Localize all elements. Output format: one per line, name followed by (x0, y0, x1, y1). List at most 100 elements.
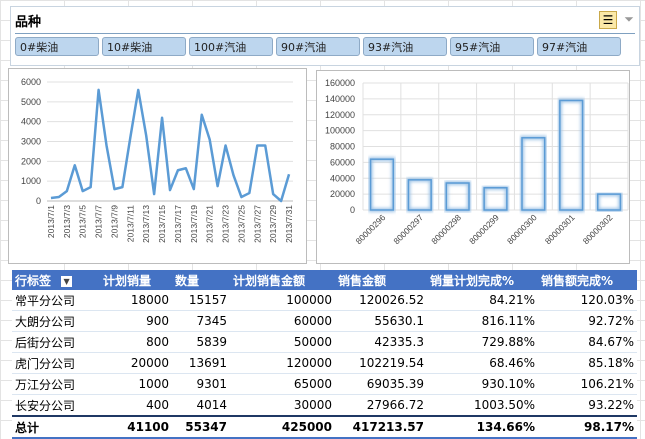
table-cell[interactable]: 虎门分公司 (12, 352, 100, 374)
x-tick-label: 80000302 (581, 212, 615, 246)
table-cell[interactable]: 417213.57 (335, 415, 427, 439)
table-cell[interactable]: 900 (100, 310, 172, 332)
table-cell[interactable]: 68.46% (427, 352, 538, 374)
table-cell[interactable]: 85.18% (538, 352, 637, 374)
bar-glow (444, 181, 472, 212)
table-cell[interactable]: 大朗分公司 (12, 310, 100, 332)
table-cell[interactable]: 常平分公司 (12, 290, 100, 311)
x-tick-label: 2013/7/29 (268, 205, 278, 243)
slicer-item[interactable]: 0#柴油 (15, 37, 99, 56)
slicer-item[interactable]: 93#汽油 (363, 37, 447, 56)
multi-select-icon[interactable]: ☰ (599, 11, 617, 29)
table-cell[interactable]: 98.17% (538, 415, 637, 439)
y-tick-label: 140000 (325, 94, 355, 104)
table-cell[interactable]: 400 (100, 394, 172, 417)
x-tick-label: 2013/7/27 (252, 205, 262, 243)
table-cell[interactable]: 4014 (172, 394, 230, 417)
bar (521, 137, 546, 211)
table-cell[interactable]: 729.88% (427, 331, 538, 353)
table-cell[interactable]: 5839 (172, 331, 230, 353)
table-row: 后街分公司 800 5839 50000 42335.3 729.88% 84.67% (12, 331, 637, 353)
bar (445, 182, 470, 211)
column-header: 计划销量 (100, 270, 172, 290)
table-cell[interactable]: 106.21% (538, 373, 637, 395)
bar-glow (595, 192, 623, 212)
x-tick-label: 2013/7/9 (109, 205, 119, 238)
line-chart[interactable]: 0 1000 2000 3000 4000 5000 6000 2013/7/1 2013/7/… (8, 68, 307, 264)
table-cell[interactable]: 总计 (12, 415, 100, 439)
slicer-item[interactable]: 10#柴油 (102, 37, 186, 56)
x-tick-label: 80000300 (505, 212, 539, 246)
filter-dropdown-icon[interactable]: ▼ (61, 275, 73, 287)
header-label: 计划销售金额 (233, 273, 306, 288)
slicer-item[interactable]: 100#汽油 (189, 37, 273, 56)
table-cell[interactable]: 120026.52 (335, 290, 427, 311)
table-cell[interactable]: 1000 (100, 373, 172, 395)
y-tick-label: 100000 (325, 126, 355, 136)
table-cell[interactable]: 84.21% (427, 290, 538, 311)
column-header: 销售金额 (335, 270, 427, 290)
header-label: 销量计划完成% (430, 273, 515, 288)
bar (369, 158, 395, 211)
table-cell[interactable]: 13691 (172, 352, 230, 374)
y-tick-label: 1000 (21, 176, 41, 186)
table-cell[interactable]: 42335.3 (335, 331, 427, 353)
table-cell[interactable]: 7345 (172, 310, 230, 332)
table-cell[interactable]: 65000 (230, 373, 335, 395)
x-tick-label: 2013/7/23 (221, 205, 231, 243)
bar-chart[interactable]: 0 20000 40000 60000 80000 100000 120000 140000 1… (316, 70, 630, 264)
x-tick-label: 2013/7/3 (62, 205, 72, 238)
y-tick-label: 20000 (330, 189, 355, 199)
table-cell[interactable]: 120.03% (538, 290, 637, 311)
table-cell[interactable]: 长安分公司 (12, 394, 100, 417)
table-cell[interactable]: 20000 (100, 352, 172, 374)
x-tick-label: 80000297 (391, 212, 425, 246)
table-cell[interactable]: 425000 (230, 415, 335, 439)
table-cell[interactable]: 69035.39 (335, 373, 427, 395)
clear-filter-icon[interactable]: ⏷ (621, 11, 637, 27)
slicer-variety: 品种 ☰ ⏷ 0#柴油 10#柴油 100#汽油 90#汽油 93#汽油 95#汽油 97#… (10, 6, 640, 66)
table-cell[interactable]: 800 (100, 331, 172, 353)
table-cell[interactable]: 55347 (172, 415, 230, 439)
slicer-item[interactable]: 97#汽油 (537, 37, 621, 56)
table-cell[interactable]: 18000 (100, 290, 172, 311)
table-cell[interactable]: 55630.1 (335, 310, 427, 332)
table-cell[interactable]: 9301 (172, 373, 230, 395)
table-cell[interactable]: 134.66% (427, 415, 538, 439)
table-cell[interactable]: 120000 (230, 352, 335, 374)
y-tick-label: 4000 (21, 117, 41, 127)
slicer-item[interactable]: 95#汽油 (450, 37, 534, 56)
bar-glow (520, 135, 547, 212)
x-tick-label: 80000301 (543, 212, 577, 246)
table-cell[interactable]: 93.22% (538, 394, 637, 417)
y-tick-label: 3000 (21, 137, 41, 147)
table-cell[interactable]: 92.72% (538, 310, 637, 332)
table-cell[interactable]: 15157 (172, 290, 230, 311)
column-header: 销售额完成% (538, 270, 637, 290)
pivot-table[interactable]: 行标签 ▼ 计划销量 数量 计划销售金额 销售金额 销量计划完成% 销售额完成% 常平分公司 1… (12, 270, 637, 439)
table-cell[interactable]: 1003.50% (427, 394, 538, 417)
table-cell[interactable]: 30000 (230, 394, 335, 417)
table-cell[interactable]: 60000 (230, 310, 335, 332)
table-cell[interactable]: 816.11% (427, 310, 538, 332)
table-cell[interactable]: 27966.72 (335, 394, 427, 417)
table-cell[interactable]: 930.10% (427, 373, 538, 395)
table-cell[interactable]: 102219.54 (335, 352, 427, 374)
y-tick-label: 40000 (330, 173, 355, 183)
y-tick-label: 120000 (325, 110, 355, 120)
bar-glow (557, 98, 585, 212)
table-cell[interactable]: 50000 (230, 331, 335, 353)
bar (559, 99, 584, 211)
table-cell[interactable]: 万江分公司 (12, 373, 100, 395)
table-cell[interactable]: 后街分公司 (12, 331, 100, 353)
table-cell[interactable]: 41100 (100, 415, 172, 439)
table-cell[interactable]: 100000 (230, 290, 335, 311)
x-tick-label: 80000298 (429, 212, 463, 246)
total-row: 总计 41100 55347 425000 417213.57 134.66% 98.17% (12, 415, 637, 439)
header-label: 销售额完成% (541, 273, 614, 288)
column-header: 行标签 ▼ (12, 270, 100, 290)
bar (596, 193, 622, 211)
slicer-item[interactable]: 90#汽油 (276, 37, 360, 56)
table-cell[interactable]: 84.67% (538, 331, 637, 353)
y-tick-label: 80000 (330, 142, 355, 152)
